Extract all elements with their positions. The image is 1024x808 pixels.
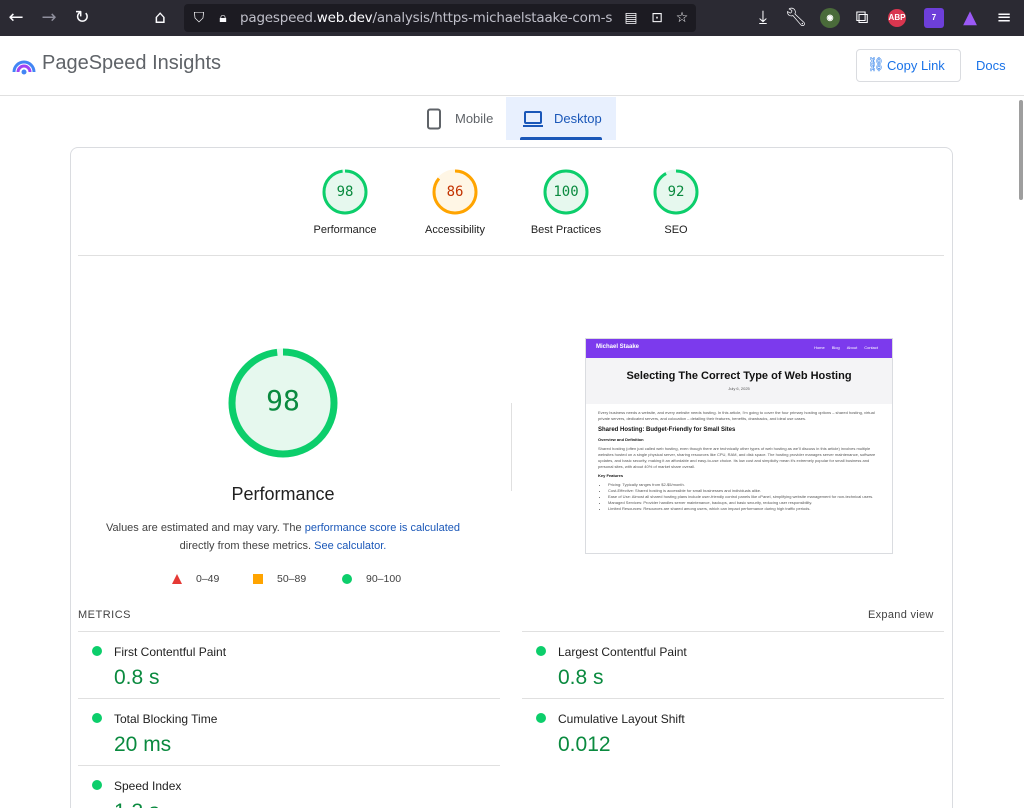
- adblock-plus-icon[interactable]: ABP: [888, 9, 906, 27]
- laptop-icon: [523, 110, 543, 127]
- reload-icon[interactable]: ↻: [70, 6, 94, 30]
- good-dot-icon: [536, 713, 546, 723]
- gauge-performance[interactable]: 98 Performance: [290, 168, 400, 236]
- metric-cls: Cumulative Layout Shift 0.012: [522, 698, 944, 765]
- screenshot-brand: Michael Staake: [596, 344, 640, 350]
- bookmark-star-icon[interactable]: ☆: [673, 9, 691, 27]
- good-circle-icon: [342, 574, 352, 584]
- legend-good: 90–100: [342, 573, 401, 585]
- extension-triangle-icon[interactable]: ▲: [958, 6, 982, 30]
- gauge-seo[interactable]: 92 SEO: [621, 168, 731, 236]
- gauge-best-practices[interactable]: 100 Best Practices: [511, 168, 621, 236]
- app-title: PageSpeed Insights: [42, 52, 222, 74]
- score-gauges: 98 Performance 86 Accessibility 100 Best…: [78, 168, 944, 256]
- legend-poor: 0–49: [172, 573, 219, 585]
- metric-tbt: Total Blocking Time 20 ms: [78, 698, 500, 765]
- score-note: Values are estimated and may vary. The p…: [105, 522, 460, 552]
- menu-icon[interactable]: ≡: [992, 6, 1016, 30]
- good-dot-icon: [536, 646, 546, 656]
- see-calculator-link[interactable]: See calculator.: [314, 540, 386, 552]
- lock-icon[interactable]: 🔒︎: [214, 9, 232, 27]
- gauge-label: Accessibility: [425, 224, 485, 236]
- docs-link[interactable]: Docs: [976, 58, 1006, 73]
- performance-title: Performance: [231, 484, 335, 504]
- tab-mobile-label: Mobile: [455, 111, 494, 126]
- legend-average: 50–89: [253, 573, 306, 585]
- performance-score: 98: [266, 384, 300, 417]
- gauge-score: 98: [336, 184, 354, 200]
- reader-view-icon[interactable]: ▤: [622, 9, 640, 27]
- screenshot-title: Selecting The Correct Type of Web Hostin…: [626, 370, 852, 382]
- save-to-pocket-icon[interactable]: ⊡: [648, 9, 666, 27]
- tools-icon[interactable]: 🔧︎: [784, 6, 808, 30]
- extension-badge-icon[interactable]: 7: [924, 8, 944, 28]
- pagespeed-logo-icon: [12, 60, 36, 75]
- extensions-puzzle-icon[interactable]: ⧉: [850, 6, 874, 30]
- browser-toolbar: ← → ↻ ⌂ ⛉ 🔒︎ pagespeed.web.dev/analysis/…: [0, 0, 1024, 36]
- back-icon[interactable]: ←: [4, 6, 28, 30]
- extension-icon[interactable]: ◉: [820, 8, 840, 28]
- home-icon[interactable]: ⌂: [148, 6, 172, 30]
- gauge-label: Performance: [313, 224, 377, 236]
- link-icon: ⛓: [867, 57, 885, 73]
- metric-lcp: Largest Contentful Paint 0.8 s: [522, 631, 944, 698]
- downloads-icon[interactable]: ⤓: [751, 6, 775, 30]
- copy-link-label: Copy Link: [887, 58, 945, 73]
- metrics-title: METRICS: [78, 609, 131, 621]
- final-screenshot[interactable]: Michael Staake Home Blog About Contact Sele…: [585, 338, 893, 554]
- good-dot-icon: [92, 780, 102, 790]
- app-header: PageSpeed Insights ⛓ Copy Link Docs: [0, 36, 1024, 96]
- tab-mobile[interactable]: Mobile: [415, 97, 505, 140]
- tab-desktop-label: Desktop: [554, 111, 602, 126]
- screenshot-body: Every business needs a website, and ever…: [586, 404, 892, 518]
- good-dot-icon: [92, 713, 102, 723]
- metric-speed-index: Speed Index 1.3 s: [78, 765, 500, 808]
- screenshot-hero: Selecting The Correct Type of Web Hostin…: [586, 358, 892, 404]
- metric-fcp: First Contentful Paint 0.8 s: [78, 631, 500, 698]
- poor-triangle-icon: [172, 574, 182, 584]
- copy-link-button[interactable]: ⛓ Copy Link: [856, 49, 961, 82]
- gauge-score: 86: [446, 184, 464, 200]
- page-scrollbar[interactable]: [1019, 100, 1023, 200]
- screenshot-nav-links: Home Blog About Contact: [814, 345, 878, 350]
- mobile-phone-icon: [427, 108, 441, 129]
- expand-view-link[interactable]: Expand view: [868, 609, 934, 621]
- gauge-score: 100: [553, 184, 579, 200]
- gauge-score: 92: [667, 184, 685, 200]
- tab-desktop[interactable]: Desktop: [506, 97, 616, 140]
- shield-icon[interactable]: ⛉: [190, 9, 208, 27]
- score-calculated-link[interactable]: performance score is calculated: [305, 522, 460, 534]
- gauge-label: Best Practices: [530, 224, 602, 236]
- screenshot-date: July 6, 2025: [728, 386, 750, 391]
- screenshot-navbar: Michael Staake Home Blog About Contact: [586, 339, 892, 358]
- gauge-accessibility[interactable]: 86 Accessibility: [400, 168, 510, 236]
- average-square-icon: [253, 574, 263, 584]
- address-bar[interactable]: ⛉ 🔒︎ pagespeed.web.dev/analysis/https-mi…: [184, 4, 696, 32]
- good-dot-icon: [92, 646, 102, 656]
- forward-icon[interactable]: →: [37, 6, 61, 30]
- url-text[interactable]: pagespeed.web.dev/analysis/https-michael…: [240, 10, 612, 26]
- divider: [511, 403, 512, 491]
- gauge-label: SEO: [664, 224, 688, 236]
